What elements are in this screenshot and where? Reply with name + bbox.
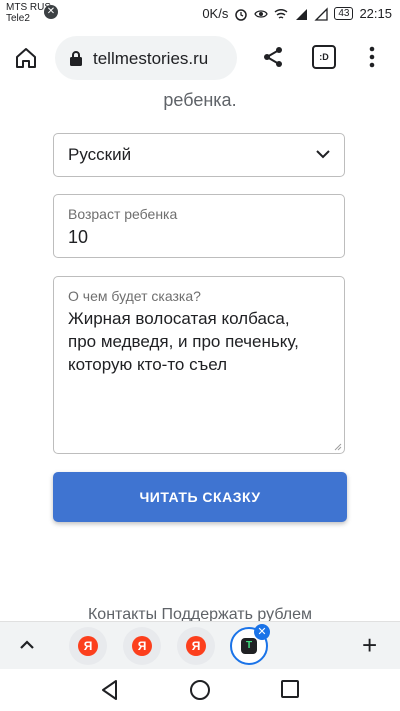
address-bar[interactable]: tellmestories.ru (55, 36, 237, 80)
tab-item[interactable]: Я (69, 627, 107, 665)
browser-toolbar: tellmestories.ru :D (0, 28, 400, 88)
site-favicon-icon: T (241, 638, 257, 654)
recents-icon[interactable] (280, 679, 300, 699)
story-topic-textarea[interactable]: О чем будет сказка? Жирная волосатая кол… (53, 276, 345, 454)
resize-handle-icon[interactable] (334, 443, 342, 451)
new-tab-icon[interactable]: + (362, 632, 377, 658)
more-options-icon[interactable] (368, 46, 376, 68)
lock-icon (70, 51, 82, 66)
status-bar: MTS RUS Tele2 ✕ 0K/s 43 22:15 (0, 0, 400, 28)
tab-item[interactable]: Я (177, 627, 215, 665)
tab-strip: Я Я Я T ✕ + (0, 621, 400, 670)
network-speed: 0K/s (202, 6, 229, 21)
footer-links[interactable]: Контакты Поддержать рублем (0, 606, 400, 621)
wifi-icon (274, 8, 288, 19)
language-select-value: Русский (68, 145, 132, 164)
home-icon[interactable] (14, 46, 38, 70)
back-icon[interactable] (100, 679, 120, 701)
status-indicators: 0K/s 43 22:15 (202, 6, 392, 21)
child-age-label: Возраст ребенка (68, 206, 178, 222)
yandex-icon: Я (186, 636, 206, 656)
story-topic-value[interactable]: Жирная волосатая колбаса, про медведя, и… (68, 307, 336, 376)
tab-item[interactable]: Я (123, 627, 161, 665)
signal-icon-2 (314, 6, 328, 21)
story-topic-label: О чем будет сказка? (68, 288, 201, 304)
yandex-icon: Я (78, 636, 98, 656)
child-age-field[interactable]: Возраст ребенка 10 (53, 194, 345, 258)
read-story-button[interactable]: ЧИТАТЬ СКАЗКУ (53, 472, 347, 522)
close-tab-icon[interactable]: ✕ (254, 624, 270, 640)
page-content: ребенка. Русский Возраст ребенка 10 О че… (0, 88, 400, 621)
battery-level: 43 (334, 7, 354, 20)
chevron-down-icon (316, 150, 330, 159)
signal-icon-1 (296, 8, 308, 20)
url-text: tellmestories.ru (93, 49, 209, 68)
system-nav-bar (0, 669, 400, 711)
child-age-value[interactable]: 10 (68, 227, 88, 248)
chevron-up-icon[interactable] (16, 634, 38, 656)
yandex-icon: Я (132, 636, 152, 656)
share-icon[interactable] (262, 46, 284, 68)
alarm-icon (235, 8, 248, 21)
tab-switcher-button[interactable]: :D (312, 45, 336, 69)
home-button-icon[interactable] (189, 679, 211, 701)
notification-icon: ✕ (44, 5, 58, 19)
eye-icon (254, 9, 269, 18)
clock: 22:15 (359, 6, 392, 21)
language-select[interactable]: Русский (53, 133, 345, 177)
intro-text: ребенка. (163, 90, 237, 110)
